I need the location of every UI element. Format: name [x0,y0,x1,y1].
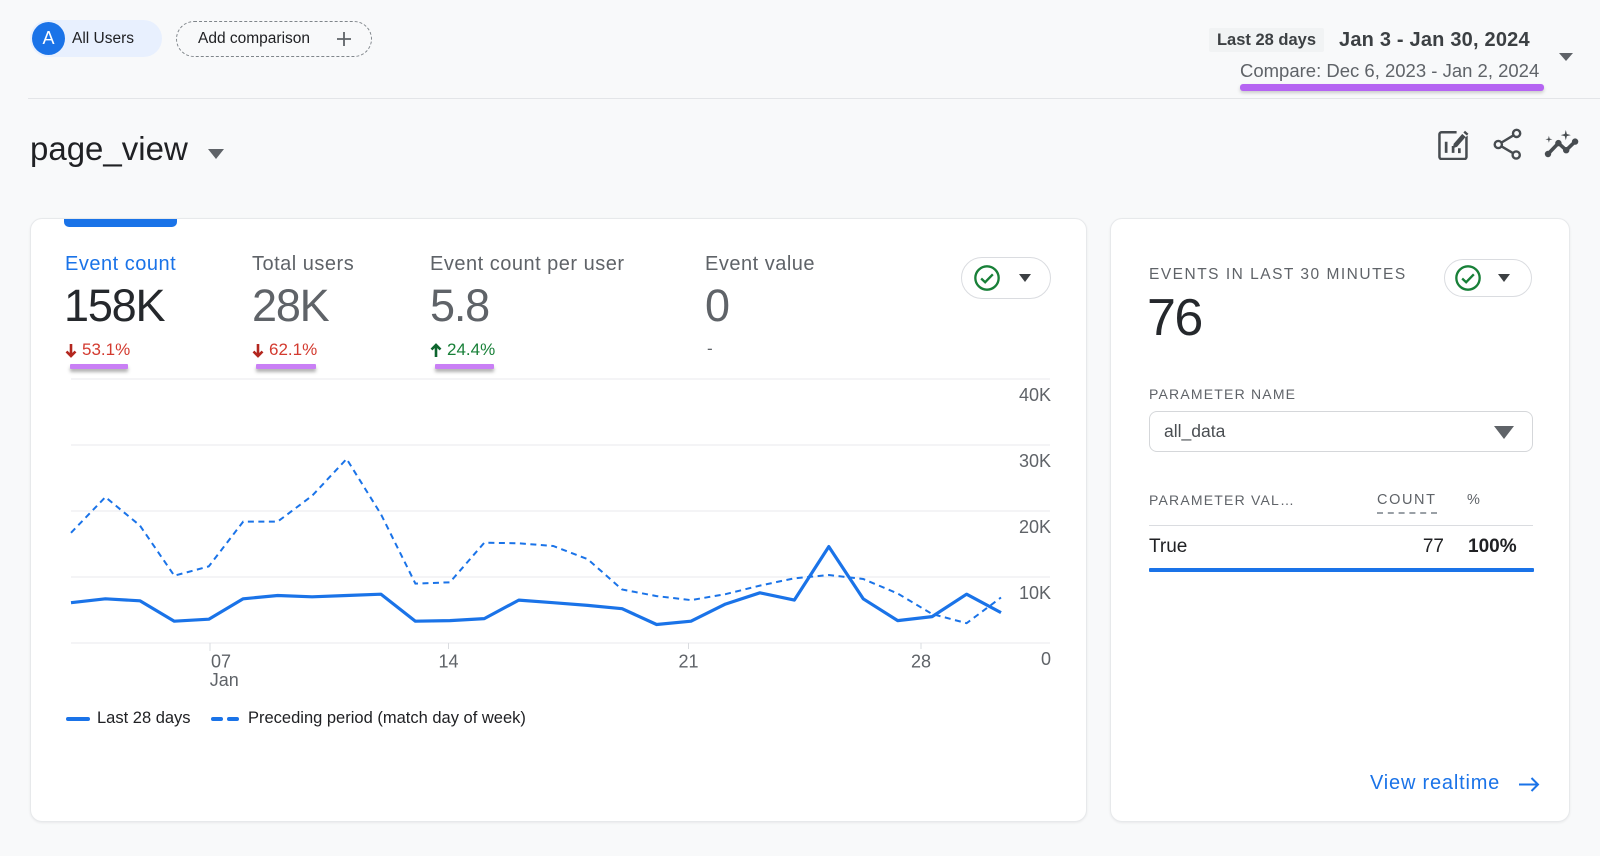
svg-text:28: 28 [911,652,931,672]
svg-text:0: 0 [1041,649,1051,669]
svg-text:21: 21 [678,652,698,672]
svg-text:14: 14 [438,652,458,672]
svg-text:20K: 20K [1019,517,1051,537]
svg-text:30K: 30K [1019,451,1051,471]
svg-text:10K: 10K [1019,583,1051,603]
svg-text:40K: 40K [1019,385,1051,405]
svg-text:Jan: Jan [210,670,239,690]
svg-text:07: 07 [211,652,231,672]
